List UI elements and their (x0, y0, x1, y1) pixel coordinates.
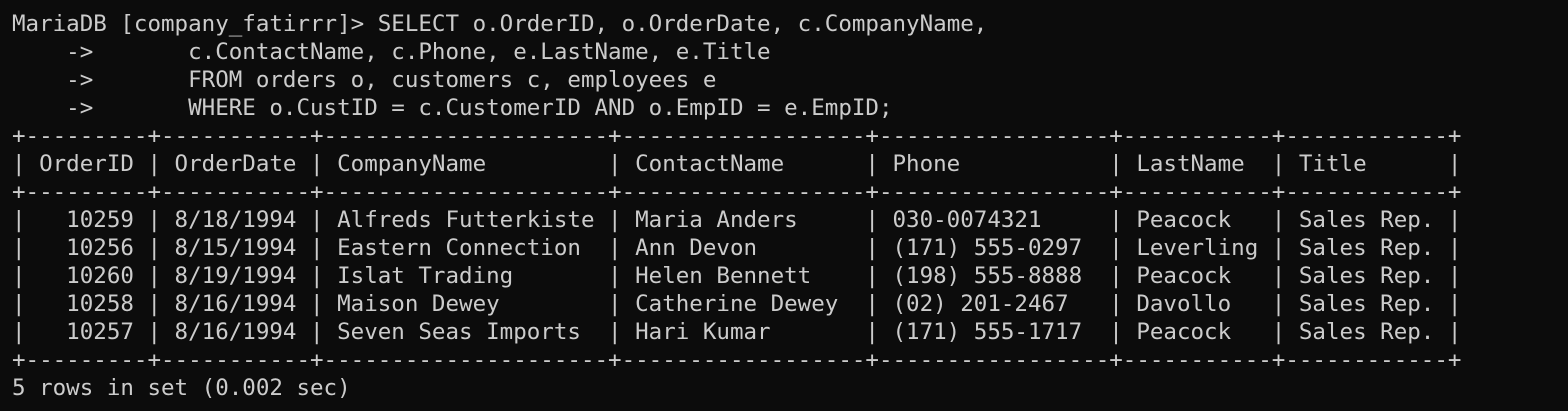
table-row: | 10257 | 8/16/1994 | Seven Seas Imports… (12, 319, 1462, 345)
table-border-top: +---------+-----------+-----------------… (12, 123, 1462, 149)
query-line-1: MariaDB [company_fatirrr]> SELECT o.Orde… (12, 10, 1568, 38)
table-row: | 10259 | 8/18/1994 | Alfreds Futterkist… (12, 207, 1462, 233)
table-row: | 10260 | 8/19/1994 | Islat Trading | He… (12, 263, 1462, 289)
table-header-row: | OrderID | OrderDate | CompanyName | Co… (12, 151, 1462, 177)
query-text: SELECT o.OrderID, o.OrderDate, c.Company… (377, 11, 988, 37)
table-border-header: +---------+-----------+-----------------… (12, 179, 1462, 205)
result-status: 5 rows in set (0.002 sec) (12, 375, 351, 401)
table-border-bottom: +---------+-----------+-----------------… (12, 347, 1462, 373)
query-continuation-line: -> FROM orders o, customers c, employees… (12, 67, 717, 93)
terminal-window[interactable]: MariaDB [company_fatirrr]> SELECT o.Orde… (0, 0, 1568, 411)
table-row: | 10258 | 8/16/1994 | Maison Dewey | Cat… (12, 291, 1462, 317)
query-continuation-line: -> WHERE o.CustID = c.CustomerID AND o.E… (12, 95, 893, 121)
table-row: | 10256 | 8/15/1994 | Eastern Connection… (12, 235, 1462, 261)
query-continuation-line: -> c.ContactName, c.Phone, e.LastName, e… (12, 39, 771, 65)
mariadb-prompt: MariaDB [company_fatirrr]> (12, 11, 378, 37)
